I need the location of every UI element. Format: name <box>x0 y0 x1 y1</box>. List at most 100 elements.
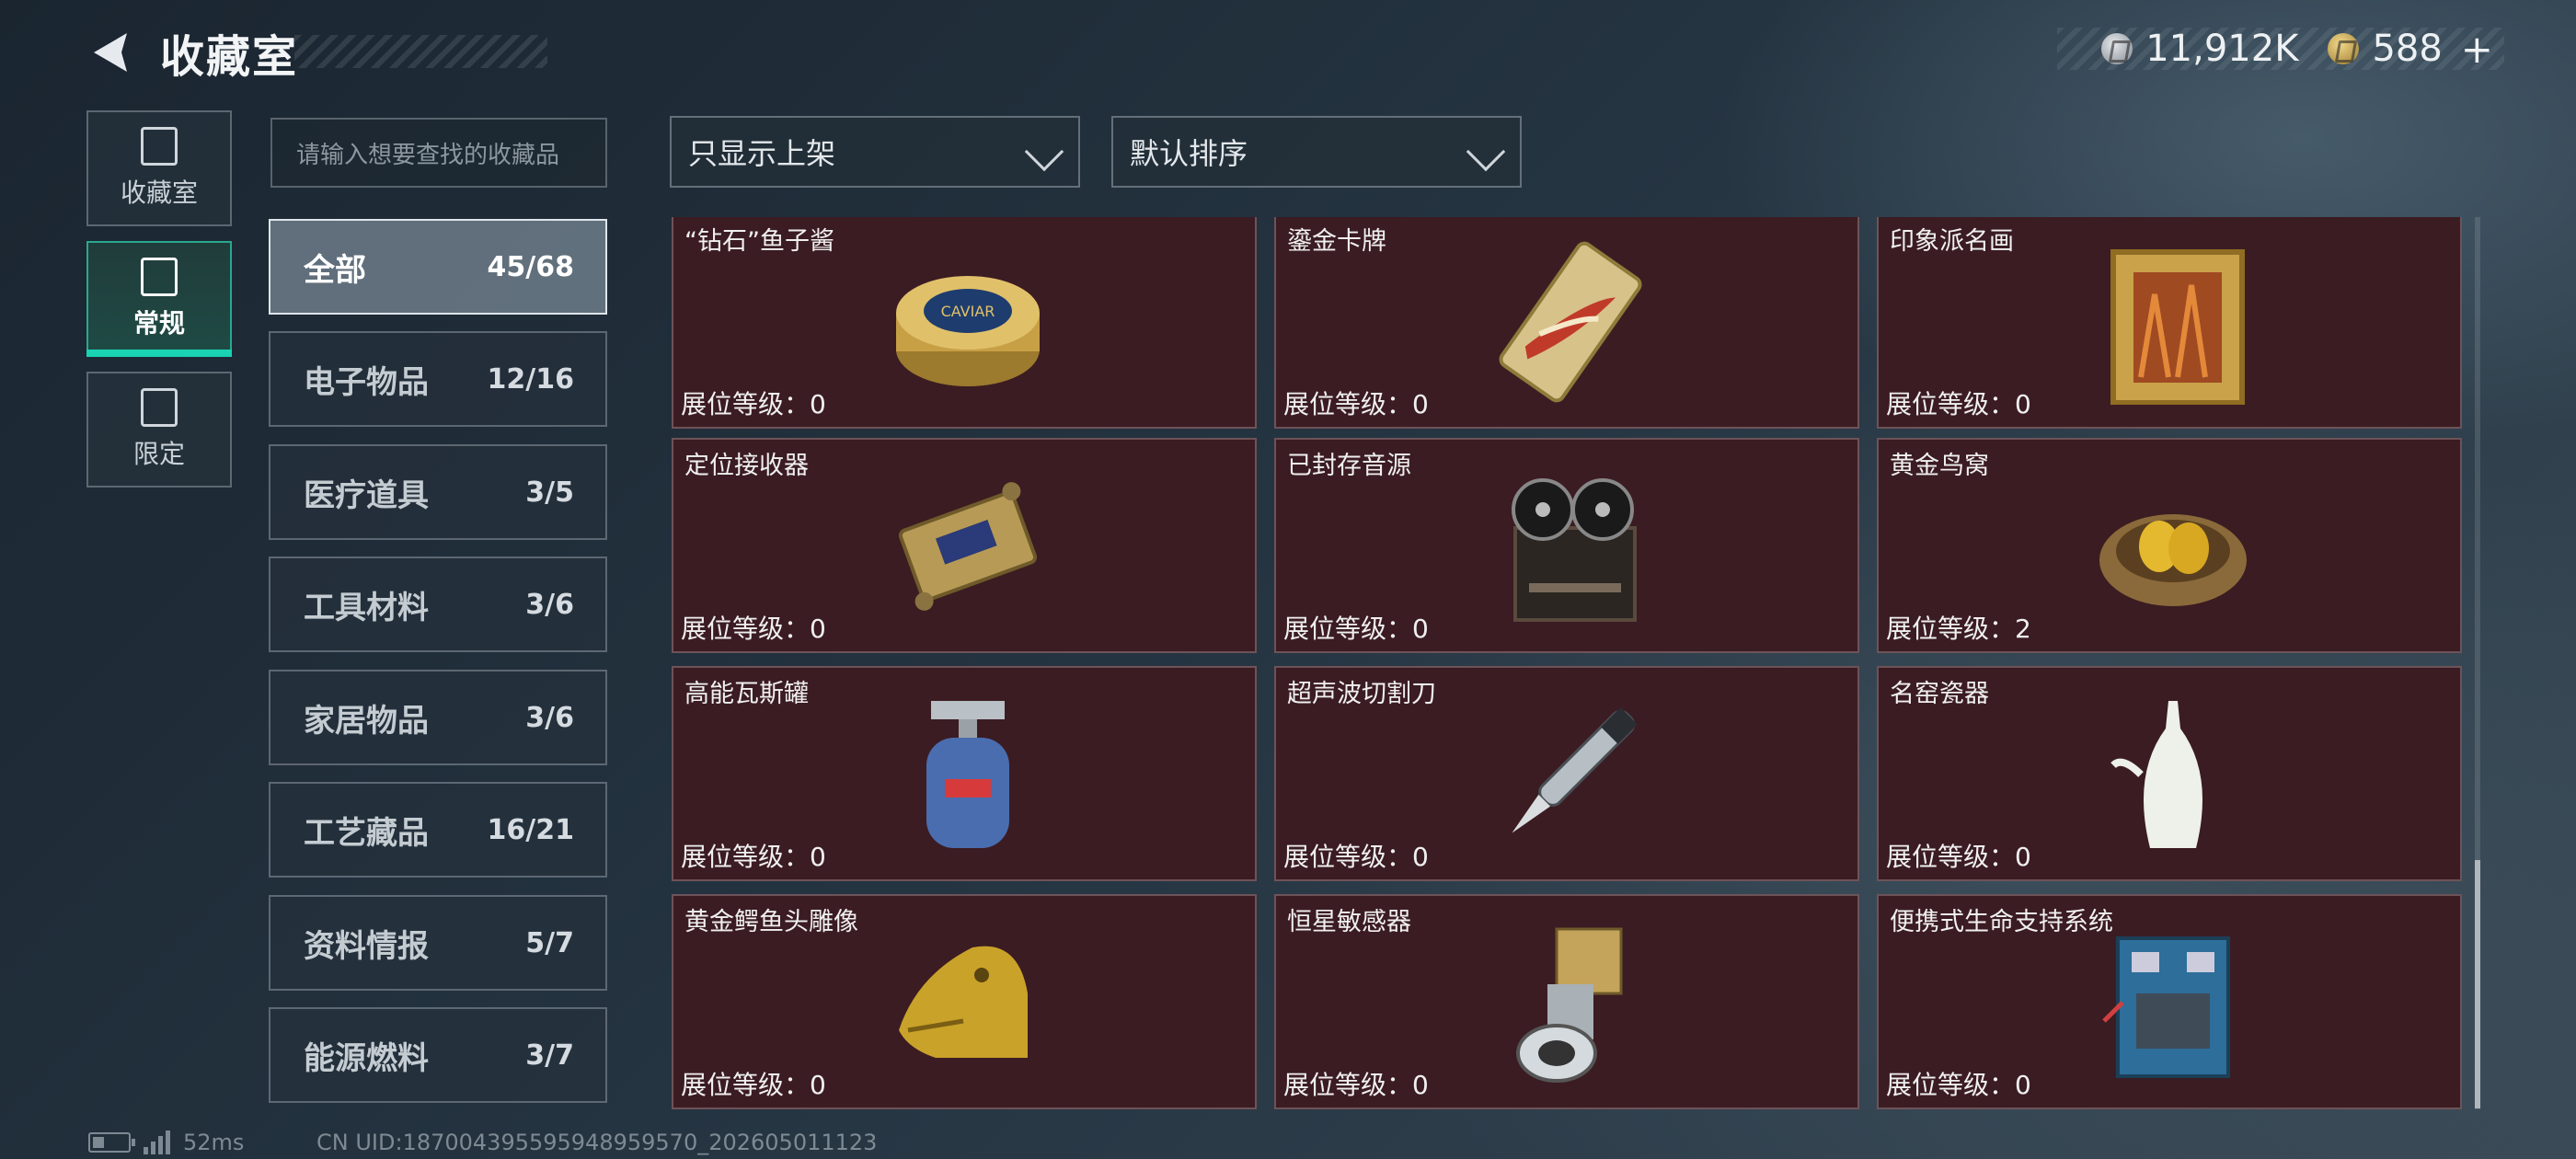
item-name: 名窑瓷器 <box>1890 680 1989 708</box>
gilded-card-icon <box>1499 241 1642 403</box>
svg-text:CAVIAR: CAVIAR <box>941 303 995 320</box>
collection-item-card[interactable]: 黄金鳄鱼头雕像 展位等级：0 <box>672 894 1257 1109</box>
search-input[interactable]: 请输入想要查找的收藏品 <box>270 118 607 188</box>
nav-limited[interactable]: 限定 <box>86 372 232 488</box>
item-booth-level: 展位等级：0 <box>1283 389 1429 419</box>
collection-item-card[interactable]: 黄金鸟窝 展位等级：2 <box>1877 438 2462 653</box>
item-name: 黄金鳄鱼头雕像 <box>684 908 858 936</box>
title-decoration <box>294 35 547 68</box>
collection-item-card[interactable]: 恒星敏感器 展位等级：0 <box>1274 894 1859 1109</box>
limited-collection-icon <box>141 388 178 427</box>
battery-icon <box>88 1132 135 1153</box>
status-footer: 52ms <box>88 1130 244 1155</box>
gold-currency-value: 588 <box>2372 28 2443 70</box>
collection-item-card[interactable]: 高能瓦斯罐 展位等级：0 <box>672 666 1257 881</box>
signal-icon <box>144 1130 170 1154</box>
golden-nest-icon <box>2099 514 2247 606</box>
star-sensor-icon <box>1516 927 1623 1083</box>
silver-coin-icon <box>2101 33 2133 64</box>
vault-icon <box>141 127 178 166</box>
gps-receiver-icon <box>898 482 1038 611</box>
category-label: 电子物品 <box>304 363 429 401</box>
category-count: 3/6 <box>525 588 574 621</box>
category-intel[interactable]: 资料情报 5/7 <box>269 895 607 991</box>
item-booth-level: 展位等级：0 <box>1886 1070 2031 1100</box>
silver-currency-value: 11,912K <box>2145 28 2299 70</box>
item-name: 印象派名画 <box>1890 227 2014 256</box>
item-booth-level: 展位等级：0 <box>1283 842 1429 872</box>
item-name: 定位接收器 <box>684 452 809 480</box>
framed-painting-icon <box>2110 249 2245 405</box>
category-all[interactable]: 全部 45/68 <box>269 219 607 315</box>
item-booth-level: 展位等级：0 <box>1886 389 2031 419</box>
nav-vault[interactable]: 收藏室 <box>86 110 232 226</box>
category-count: 45/68 <box>487 250 574 283</box>
nav-vault-label: 收藏室 <box>120 178 198 208</box>
golden-crocodile-head-icon <box>899 946 1028 1058</box>
collection-item-card[interactable]: 定位接收器 展位等级：0 <box>672 438 1257 653</box>
item-booth-level: 展位等级：0 <box>1886 842 2031 872</box>
sort-value: 默认排序 <box>1130 136 1248 171</box>
category-household[interactable]: 家居物品 3/6 <box>269 670 607 765</box>
category-label: 医疗道具 <box>304 476 429 514</box>
item-name: 恒星敏感器 <box>1287 908 1411 936</box>
life-support-system-icon <box>2102 936 2230 1078</box>
category-label: 全部 <box>304 251 366 289</box>
gas-canister-icon <box>926 701 1009 848</box>
collection-item-card[interactable]: 印象派名画 展位等级：0 <box>1877 217 2462 429</box>
item-name: 超声波切割刀 <box>1287 680 1436 708</box>
category-crafts[interactable]: 工艺藏品 16/21 <box>269 782 607 878</box>
item-booth-level: 展位等级：0 <box>1283 1070 1429 1100</box>
category-medical[interactable]: 医疗道具 3/5 <box>269 444 607 540</box>
shelf-filter-value: 只显示上架 <box>688 136 836 171</box>
shelf-filter-dropdown[interactable]: 只显示上架 <box>670 116 1080 188</box>
category-count: 5/7 <box>525 926 574 959</box>
collection-grid: CAVIAR “钻石”鱼子酱 展位等级：0 鎏金卡牌 展位等级：0 印象派名画 … <box>670 217 2464 1109</box>
chevron-down-icon <box>1024 132 1064 172</box>
item-name: 便携式生命支持系统 <box>1890 908 2113 936</box>
porcelain-vase-icon <box>2110 701 2203 848</box>
category-label: 工艺藏品 <box>304 814 429 852</box>
back-arrow-icon[interactable] <box>85 28 134 77</box>
sort-dropdown[interactable]: 默认排序 <box>1111 116 1522 188</box>
category-label: 能源燃料 <box>304 1039 429 1077</box>
collection-item-card[interactable]: 名窑瓷器 展位等级：0 <box>1877 666 2462 881</box>
item-booth-level: 展位等级：2 <box>1886 614 2031 644</box>
ping-value: 52ms <box>183 1130 245 1155</box>
collection-room-screen: 收藏室 11,912K 588 + 收藏室 常规 限定 请输入想要查找的收藏品 … <box>0 0 2576 1159</box>
category-count: 3/7 <box>525 1039 574 1072</box>
gold-coin-icon <box>2328 33 2360 64</box>
chevron-down-icon <box>1466 132 1506 172</box>
item-booth-level: 展位等级：0 <box>681 614 826 644</box>
category-label: 资料情报 <box>304 927 429 965</box>
item-name: 已封存音源 <box>1287 452 1411 480</box>
category-label: 工具材料 <box>304 589 429 626</box>
collection-item-card[interactable]: CAVIAR “钻石”鱼子酱 展位等级：0 <box>672 217 1257 429</box>
category-count: 3/5 <box>525 476 574 509</box>
collection-item-card[interactable]: 鎏金卡牌 展位等级：0 <box>1274 217 1859 429</box>
nav-regular-label: 常规 <box>132 308 185 339</box>
page-title: 收藏室 <box>160 31 299 83</box>
collection-item-card[interactable]: 已封存音源 展位等级：0 <box>1274 438 1859 653</box>
user-uid: CN UID:1870043955959489595​70_2026050111… <box>316 1130 878 1155</box>
item-booth-level: 展位等级：0 <box>1283 614 1429 644</box>
caviar-tin-icon: CAVIAR <box>896 276 1040 386</box>
item-booth-level: 展位等级：0 <box>681 389 826 419</box>
collection-item-card[interactable]: 便携式生命支持系统 展位等级：0 <box>1877 894 2462 1109</box>
nav-regular[interactable]: 常规 <box>86 241 232 357</box>
category-energy[interactable]: 能源燃料 3/7 <box>269 1007 607 1103</box>
item-name: 高能瓦斯罐 <box>684 680 809 708</box>
collection-item-card[interactable]: 超声波切割刀 展位等级：0 <box>1274 666 1859 881</box>
item-name: 鎏金卡牌 <box>1287 227 1386 256</box>
reel-tape-recorder-icon <box>1512 478 1637 622</box>
item-name: “钻石”鱼子酱 <box>684 227 834 256</box>
category-label: 家居物品 <box>304 702 429 740</box>
currency-bar: 11,912K 588 + <box>2057 27 2504 72</box>
item-booth-level: 展位等级：0 <box>681 1070 826 1100</box>
add-currency-button[interactable]: + <box>2461 27 2493 72</box>
item-booth-level: 展位等级：0 <box>681 842 826 872</box>
category-tools[interactable]: 工具材料 3/6 <box>269 557 607 652</box>
item-name: 黄金鸟窝 <box>1890 452 1989 480</box>
category-electronics[interactable]: 电子物品 12/16 <box>269 331 607 427</box>
grid-scrollbar-thumb[interactable] <box>2475 860 2480 1108</box>
